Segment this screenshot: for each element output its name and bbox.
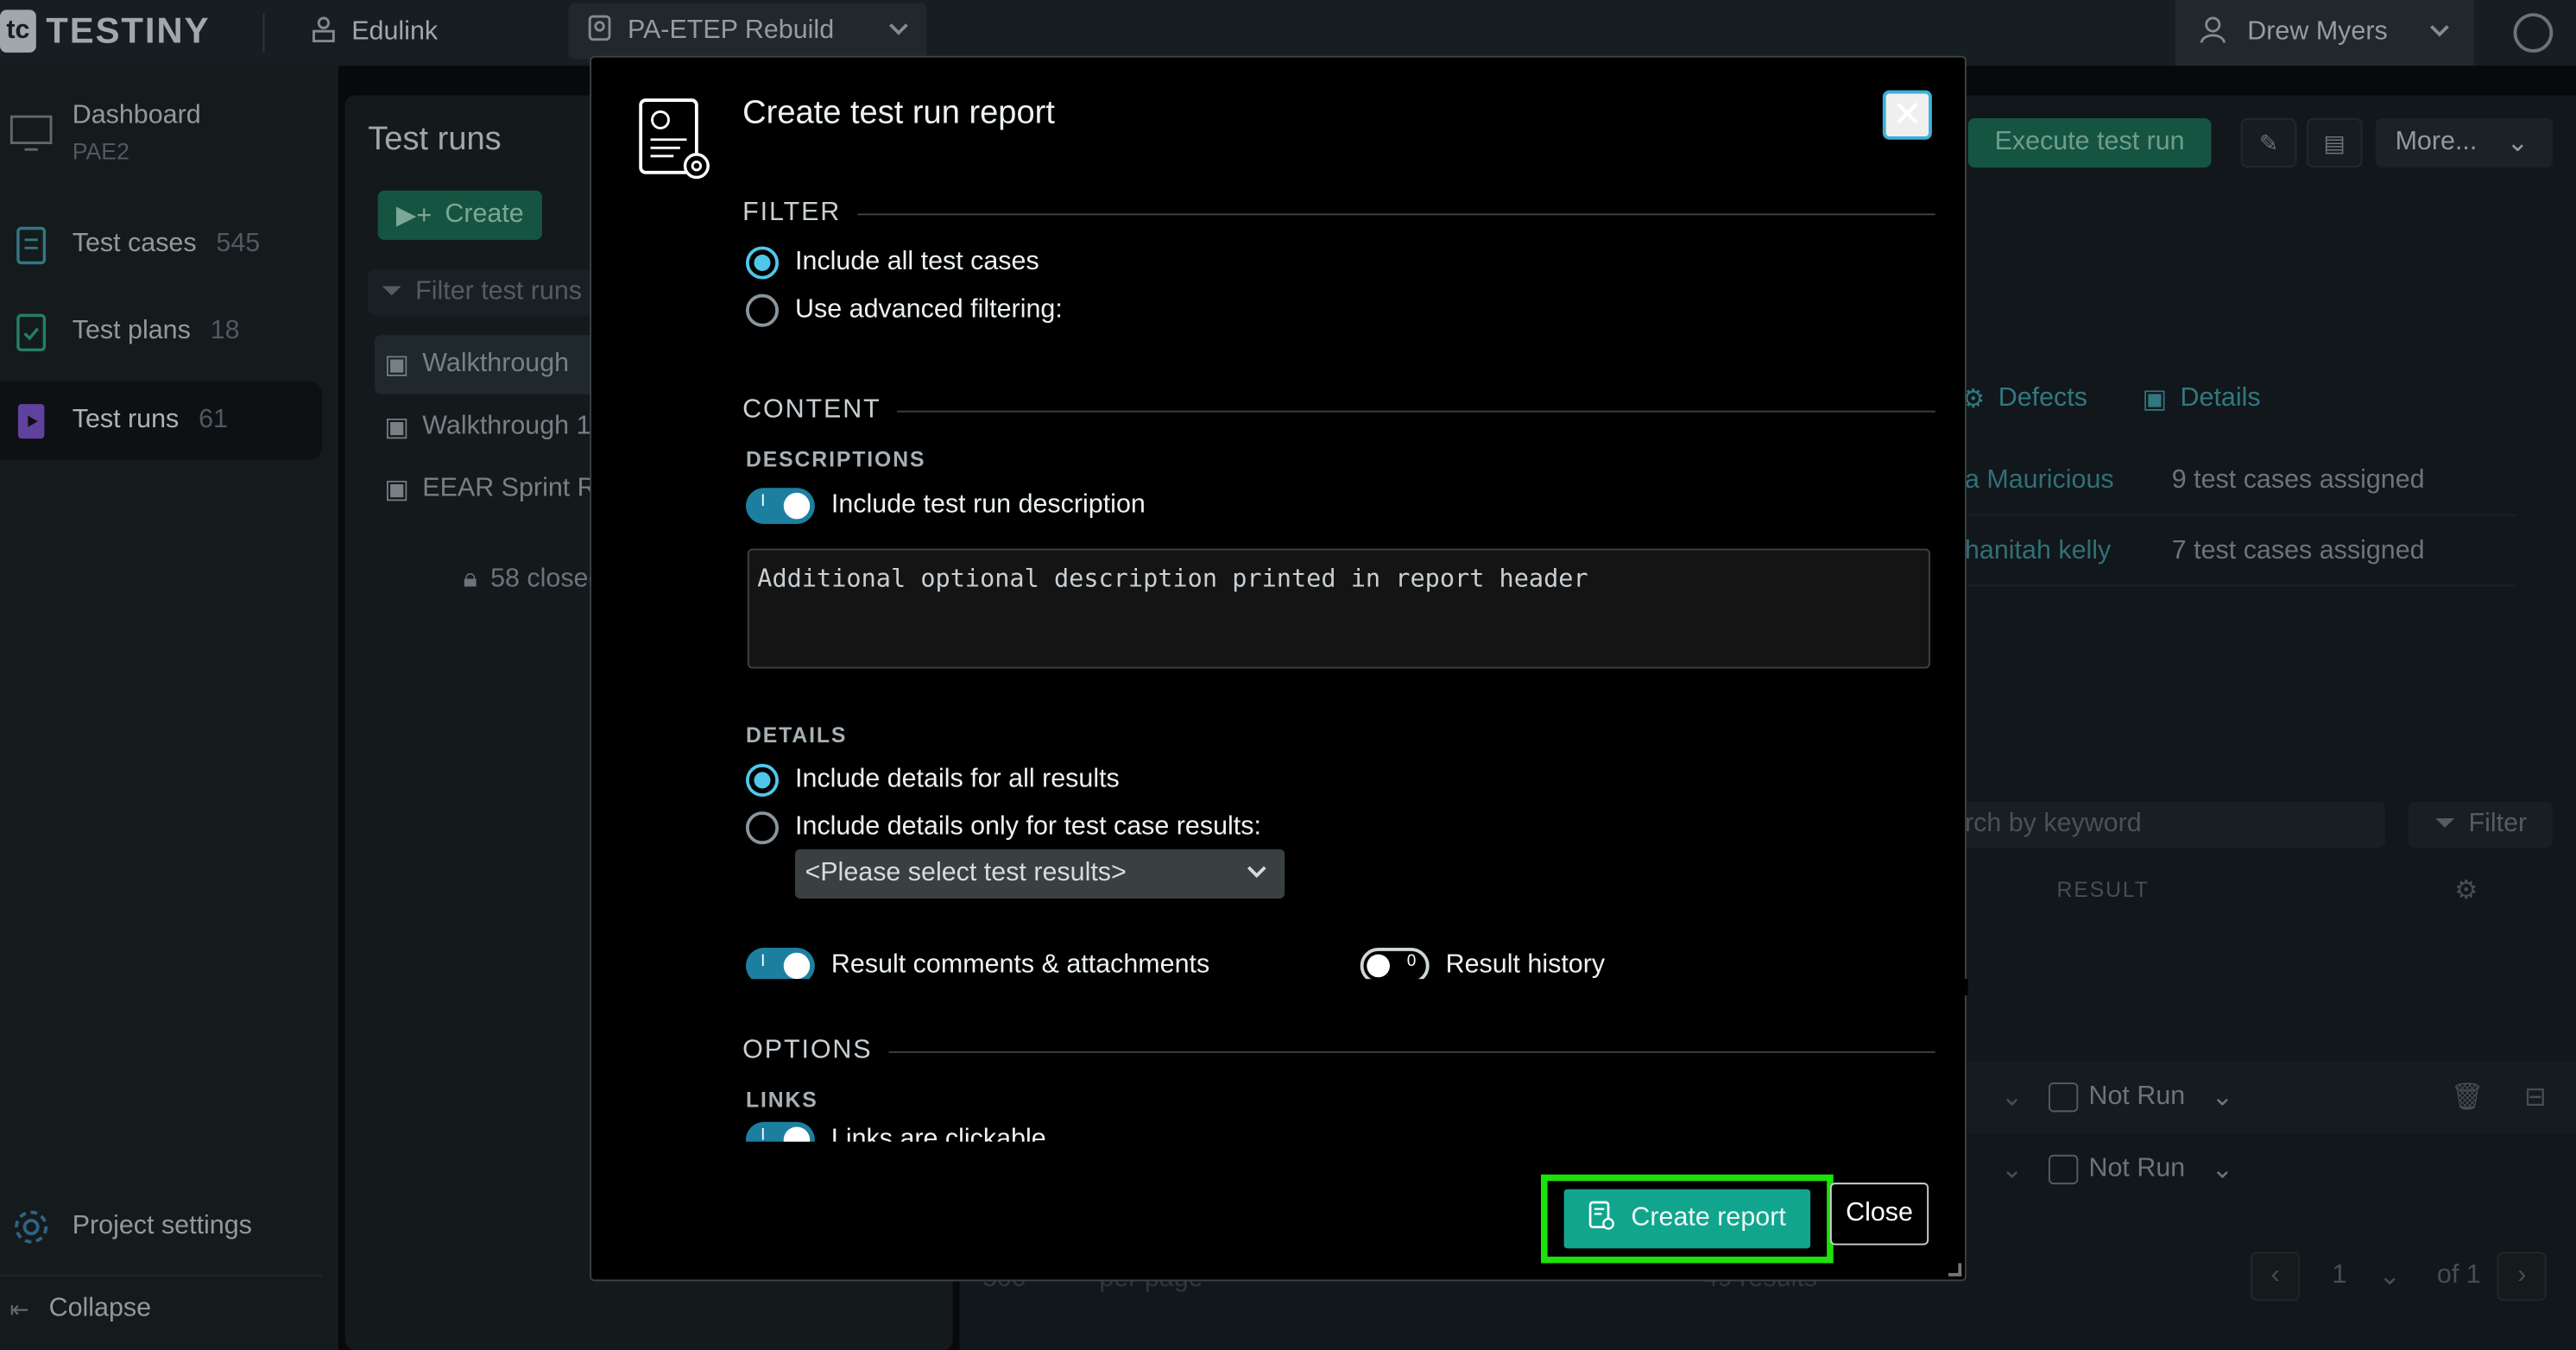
radio-button[interactable] xyxy=(745,293,780,327)
create-report-button[interactable]: Create report xyxy=(1563,1189,1811,1249)
section-label: OPTIONS xyxy=(742,1036,873,1065)
toggle-links-clickable[interactable]: Links are clickable xyxy=(745,1121,1046,1142)
toggle-switch[interactable] xyxy=(745,488,815,525)
resize-handle[interactable] xyxy=(1948,1263,1962,1277)
create-report-label: Create report xyxy=(1631,1203,1786,1233)
radio-label: Include all test cases xyxy=(795,248,1039,276)
radio-details-only[interactable]: Include details only for test case resul… xyxy=(745,811,1261,845)
create-report-dialog: Create test run report FILTER Include al… xyxy=(590,55,1968,1282)
section-content: CONTENT xyxy=(742,396,1935,426)
toggle-label: Links are clickable xyxy=(830,1125,1046,1142)
radio-button[interactable] xyxy=(745,811,780,845)
section-gap xyxy=(591,979,1968,996)
section-label: FILTER xyxy=(742,199,842,227)
toggle-label: Result comments & attachments xyxy=(830,950,1210,980)
chevron-down-icon xyxy=(1245,859,1268,885)
dialog-scroll-area[interactable]: Create test run report FILTER Include al… xyxy=(591,58,1968,1142)
toggle-switch[interactable] xyxy=(745,1121,815,1142)
radio-advanced-filter[interactable]: Use advanced filtering: xyxy=(745,293,1063,327)
radio-details-all[interactable]: Include details for all results xyxy=(745,763,1120,797)
section-filter: FILTER xyxy=(742,199,1935,228)
close-icon[interactable]: ✕ xyxy=(1882,90,1932,140)
report-settings-icon xyxy=(1588,1200,1614,1238)
dialog-title: Create test run report xyxy=(742,95,1055,132)
toggle-label: Include test run description xyxy=(830,490,1146,520)
description-textarea[interactable]: Additional optional description printed … xyxy=(747,548,1931,669)
subsection-links: LINKS xyxy=(745,1087,818,1113)
section-options: OPTIONS xyxy=(742,1037,1935,1066)
subsection-descriptions: DESCRIPTIONS xyxy=(745,446,926,472)
toggle-label: Result history xyxy=(1445,950,1606,980)
select-value: <Please select test results> xyxy=(805,859,1127,887)
radio-button[interactable] xyxy=(745,763,780,797)
report-settings-icon xyxy=(637,97,713,182)
create-report-highlight: Create report xyxy=(1541,1174,1834,1264)
section-label: CONTENT xyxy=(742,395,881,424)
close-button[interactable]: Close xyxy=(1829,1183,1929,1246)
radio-label: Include details only for test case resul… xyxy=(795,812,1261,842)
radio-include-all[interactable]: Include all test cases xyxy=(745,246,1039,280)
test-results-select[interactable]: <Please select test results> xyxy=(795,848,1285,899)
radio-button[interactable] xyxy=(745,246,780,280)
subsection-details: DETAILS xyxy=(745,722,848,748)
radio-label: Include details for all results xyxy=(795,765,1120,794)
toggle-include-description[interactable]: Include test run description xyxy=(745,488,1146,525)
radio-label: Use advanced filtering: xyxy=(795,295,1063,324)
